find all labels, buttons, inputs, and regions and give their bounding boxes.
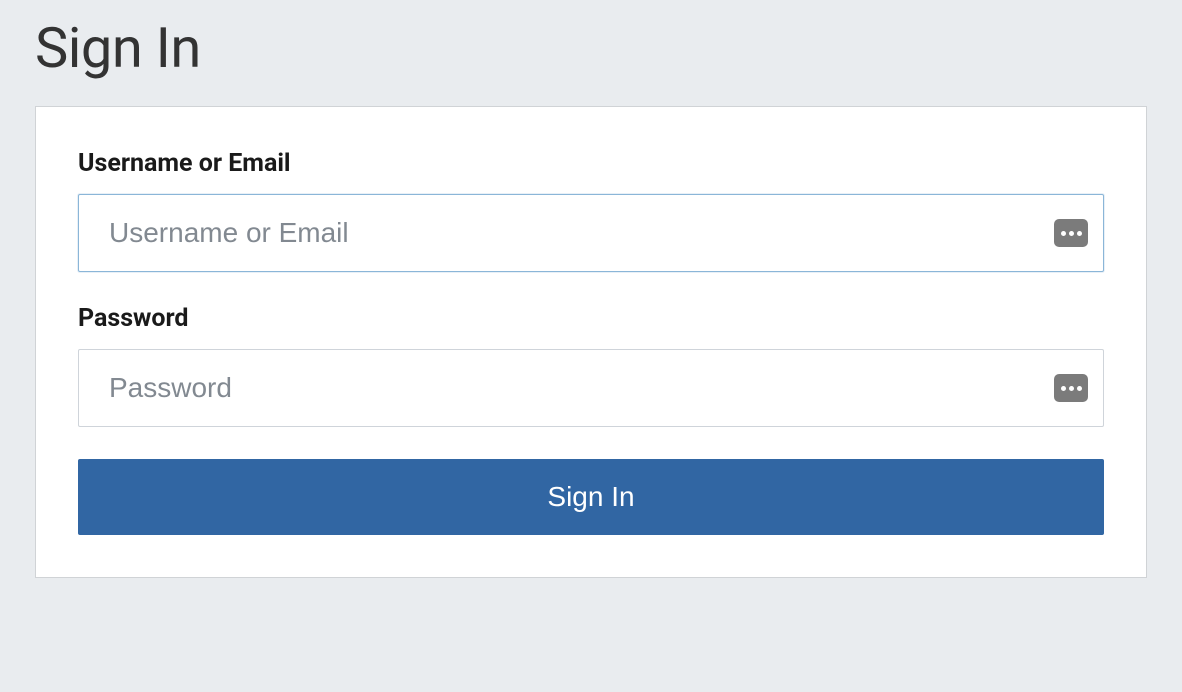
- signin-button[interactable]: Sign In: [78, 459, 1104, 535]
- signin-card: Username or Email Password Sign In: [35, 106, 1147, 578]
- password-manager-icon[interactable]: [1054, 374, 1088, 402]
- page-title: Sign In: [35, 15, 1147, 81]
- password-group: Password: [78, 304, 1104, 427]
- username-input-wrapper: [78, 194, 1104, 272]
- password-input[interactable]: [78, 349, 1104, 427]
- password-input-wrapper: [78, 349, 1104, 427]
- username-input[interactable]: [78, 194, 1104, 272]
- password-label: Password: [78, 304, 1104, 333]
- username-group: Username or Email: [78, 149, 1104, 272]
- username-label: Username or Email: [78, 149, 1104, 178]
- password-manager-icon[interactable]: [1054, 219, 1088, 247]
